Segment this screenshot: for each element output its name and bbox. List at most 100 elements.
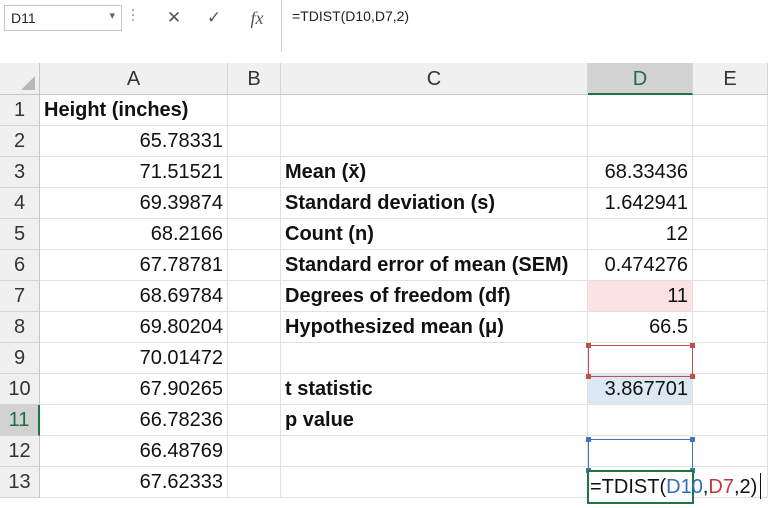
cell-a4[interactable]: 69.39874 [40,188,228,219]
worksheet-grid: ABCDE 1 Height (inches) 2 65.78331 3 71.51521… [0,63,768,508]
cell-c3[interactable]: Mean (x̄) [281,157,588,188]
cell-d2[interactable] [588,126,693,157]
cell-e4[interactable] [693,188,768,219]
cell-d4[interactable]: 1.642941 [588,188,693,219]
row-header-13[interactable]: 13 [0,467,40,498]
cell-b3[interactable] [228,157,281,188]
cell-a2[interactable]: 65.78331 [40,126,228,157]
row-header-6[interactable]: 6 [0,250,40,281]
active-cell-d11[interactable]: =TDIST(D10,D7,2) [587,470,757,504]
cell-a5[interactable]: 68.2166 [40,219,228,250]
cell-e9[interactable] [693,343,768,374]
cell-b10[interactable] [228,374,281,405]
cell-e11[interactable] [693,405,768,436]
cancel-button[interactable]: ✕ [158,5,190,31]
column-header-a[interactable]: A [40,63,228,95]
cell-e8[interactable] [693,312,768,343]
cell-b9[interactable] [228,343,281,374]
chevron-down-icon[interactable]: ▾ [109,9,115,22]
cell-b2[interactable] [228,126,281,157]
cell-a11[interactable]: 66.78236 [40,405,228,436]
row-header-1[interactable]: 1 [0,95,40,126]
cell-c7[interactable]: Degrees of freedom (df) [281,281,588,312]
cell-e2[interactable] [693,126,768,157]
cell-e6[interactable] [693,250,768,281]
formula-ref-d7: D7 [708,476,734,498]
formula-suffix: ,2) [733,476,758,498]
cell-b11[interactable] [228,405,281,436]
cell-a13[interactable]: 67.62333 [40,467,228,498]
select-all-button[interactable] [0,63,40,95]
cell-d8[interactable]: 66.5 [588,312,693,343]
cell-b1[interactable] [228,95,281,126]
cell-d11[interactable] [588,405,693,436]
cell-a12[interactable]: 66.48769 [40,436,228,467]
cell-c5[interactable]: Count (n) [281,219,588,250]
cell-d1[interactable] [588,95,693,126]
cell-d10[interactable]: 3.867701 [588,374,693,405]
cell-d9[interactable] [588,343,693,374]
cell-a3[interactable]: 71.51521 [40,157,228,188]
cell-a9[interactable]: 70.01472 [40,343,228,374]
row-header-8[interactable]: 8 [0,312,40,343]
name-box-value[interactable]: D11 [11,10,36,26]
cell-e5[interactable] [693,219,768,250]
cell-c10[interactable]: t statistic [281,374,588,405]
cell-d7[interactable]: 11 [588,281,693,312]
enter-button[interactable]: ✓ [198,5,230,31]
cell-e10[interactable] [693,374,768,405]
cell-a6[interactable]: 67.78781 [40,250,228,281]
row-header-9[interactable]: 9 [0,343,40,374]
cell-c9[interactable] [281,343,588,374]
insert-function-button[interactable]: fx [241,5,273,31]
cell-b4[interactable] [228,188,281,219]
cell-c4[interactable]: Standard deviation (s) [281,188,588,219]
column-header-c[interactable]: C [281,63,588,95]
cell-d5[interactable]: 12 [588,219,693,250]
cell-a8[interactable]: 69.80204 [40,312,228,343]
cell-c8[interactable]: Hypothesized mean (μ) [281,312,588,343]
cell-c12[interactable] [281,436,588,467]
cell-d6[interactable]: 0.474276 [588,250,693,281]
row-header-3[interactable]: 3 [0,157,40,188]
cell-e7[interactable] [693,281,768,312]
cell-c11[interactable]: p value [281,405,588,436]
row-header-7[interactable]: 7 [0,281,40,312]
cell-c13[interactable] [281,467,588,498]
row-header-10[interactable]: 10 [0,374,40,405]
column-header-e[interactable]: E [693,63,768,95]
spreadsheet-window: D11 ▾ ✕ ✓ fx =TDIST(D10,D7,2) ABCDE 1 Hei… [0,0,768,508]
cell-b5[interactable] [228,219,281,250]
cell-e3[interactable] [693,157,768,188]
row-header-4[interactable]: 4 [0,188,40,219]
row-header-11[interactable]: 11 [0,405,40,436]
cell-b8[interactable] [228,312,281,343]
cell-c2[interactable] [281,126,588,157]
cell-editor-text[interactable]: =TDIST(D10,D7,2) [590,473,757,501]
row-header-5[interactable]: 5 [0,219,40,250]
cell-b7[interactable] [228,281,281,312]
cell-c6[interactable]: Standard error of mean (SEM) [281,250,588,281]
formula-input[interactable]: =TDIST(D10,D7,2) [281,0,768,52]
cell-d12[interactable] [588,436,693,467]
select-all-icon [21,76,35,90]
cell-e12[interactable] [693,436,768,467]
cell-c1[interactable] [281,95,588,126]
row-header-12[interactable]: 12 [0,436,40,467]
cell-b6[interactable] [228,250,281,281]
cell-d3[interactable]: 68.33436 [588,157,693,188]
cell-a1[interactable]: Height (inches) [40,95,228,126]
cell-a10[interactable]: 67.90265 [40,374,228,405]
row-header-2[interactable]: 2 [0,126,40,157]
formula-bar-grip-icon[interactable] [131,9,135,27]
formula-ref-d10: D10 [666,476,703,498]
column-header-d[interactable]: D [588,63,693,95]
cell-e1[interactable] [693,95,768,126]
formula-bar: D11 ▾ ✕ ✓ fx =TDIST(D10,D7,2) [0,0,768,52]
cell-b13[interactable] [228,467,281,498]
cell-b12[interactable] [228,436,281,467]
cell-a7[interactable]: 68.69784 [40,281,228,312]
name-box[interactable]: D11 ▾ [4,5,122,31]
formula-text: =TDIST(D10,D7,2) [292,8,410,24]
column-header-b[interactable]: B [228,63,281,95]
